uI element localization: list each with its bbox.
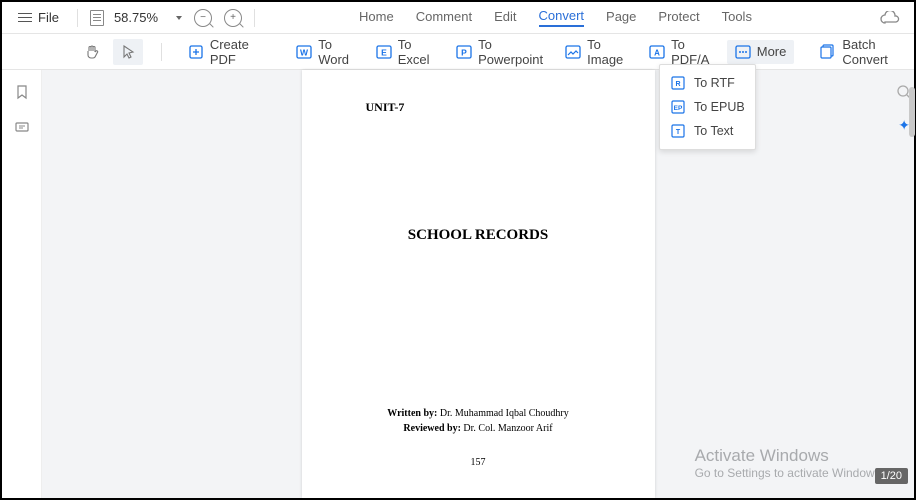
zoom-dropdown-caret[interactable] [176, 16, 182, 20]
tab-convert[interactable]: Convert [539, 8, 585, 27]
to-rtf-label: To RTF [694, 76, 735, 90]
create-pdf-button[interactable]: Create PDF [180, 33, 270, 71]
zoom-value[interactable]: 58.75% [114, 10, 158, 25]
zoom-out-button[interactable]: − [194, 9, 212, 27]
to-image-label: To Image [587, 37, 627, 67]
svg-text:R: R [675, 81, 680, 88]
tab-page[interactable]: Page [606, 9, 636, 26]
to-powerpoint-label: To Powerpoint [478, 37, 543, 67]
batch-convert-button[interactable]: Batch Convert [812, 33, 914, 71]
document-icon[interactable] [90, 10, 104, 26]
svg-text:W: W [300, 47, 309, 57]
zoom-in-button[interactable]: + [224, 9, 242, 27]
batch-convert-label: Batch Convert [842, 37, 906, 67]
more-dropdown: R To RTF EP To EPUB T To Text [659, 64, 756, 150]
svg-text:T: T [676, 129, 681, 136]
to-rtf-item[interactable]: R To RTF [660, 71, 755, 95]
cloud-icon[interactable] [880, 11, 900, 25]
powerpoint-icon: P [456, 44, 472, 60]
scrollbar-thumb[interactable] [909, 87, 915, 137]
written-by-value: Dr. Muhammad Iqbal Choudhry [440, 408, 569, 419]
comments-panel-icon[interactable] [14, 120, 30, 136]
svg-text:EP: EP [674, 105, 683, 112]
image-icon [565, 44, 581, 60]
pointer-icon [120, 44, 136, 60]
reviewed-by-value: Dr. Col. Manzoor Arif [463, 423, 552, 434]
to-text-item[interactable]: T To Text [660, 119, 755, 143]
document-title: SCHOOL RECORDS [302, 227, 655, 244]
hand-icon [84, 44, 100, 60]
batch-icon [820, 44, 836, 60]
to-excel-button[interactable]: E To Excel [368, 33, 442, 71]
separator [77, 9, 78, 27]
create-pdf-label: Create PDF [210, 37, 262, 67]
document-page: UNIT-7 SCHOOL RECORDS Written by: Dr. Mu… [302, 70, 655, 498]
text-icon: T [670, 123, 686, 139]
reviewed-by-label: Reviewed by: [403, 423, 461, 434]
more-button[interactable]: More [727, 40, 795, 64]
rtf-icon: R [670, 75, 686, 91]
to-excel-label: To Excel [398, 37, 434, 67]
tab-tools[interactable]: Tools [722, 9, 752, 26]
epub-icon: EP [670, 99, 686, 115]
bookmark-icon[interactable] [14, 84, 30, 100]
pdfa-icon: A [649, 44, 665, 60]
word-icon: W [296, 44, 312, 60]
to-powerpoint-button[interactable]: P To Powerpoint [448, 33, 551, 71]
pointer-tool[interactable] [113, 39, 143, 65]
to-epub-item[interactable]: EP To EPUB [660, 95, 755, 119]
to-pdfa-label: To PDF/A [671, 37, 713, 67]
tab-protect[interactable]: Protect [658, 9, 699, 26]
to-word-button[interactable]: W To Word [288, 33, 362, 71]
excel-icon: E [376, 44, 392, 60]
tab-edit[interactable]: Edit [494, 9, 516, 26]
file-label: File [38, 10, 59, 25]
svg-text:P: P [461, 47, 467, 57]
written-by-label: Written by: [387, 408, 437, 419]
hamburger-icon [18, 13, 32, 23]
document-authors: Written by: Dr. Muhammad Iqbal Choudhry … [302, 406, 655, 436]
to-epub-label: To EPUB [694, 100, 745, 114]
to-word-label: To Word [318, 37, 354, 67]
unit-heading: UNIT-7 [366, 100, 405, 115]
to-text-label: To Text [694, 124, 733, 138]
document-page-number: 157 [302, 457, 655, 468]
tab-comment[interactable]: Comment [416, 9, 472, 26]
separator [161, 43, 162, 61]
more-label: More [757, 44, 787, 59]
svg-text:E: E [381, 47, 387, 57]
page-indicator[interactable]: 1/20 [875, 468, 908, 484]
svg-text:A: A [654, 48, 660, 57]
to-image-button[interactable]: To Image [557, 33, 635, 71]
more-icon [735, 44, 751, 60]
hand-tool[interactable] [77, 39, 107, 65]
separator [254, 9, 255, 27]
create-pdf-icon [188, 44, 204, 60]
tab-home[interactable]: Home [359, 9, 394, 26]
document-workspace[interactable]: UNIT-7 SCHOOL RECORDS Written by: Dr. Mu… [42, 70, 914, 498]
file-menu-button[interactable]: File [12, 2, 65, 33]
